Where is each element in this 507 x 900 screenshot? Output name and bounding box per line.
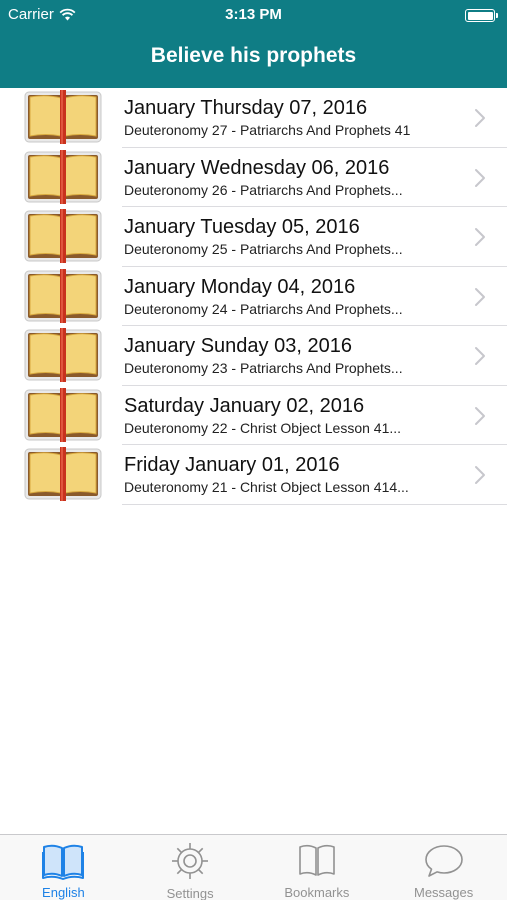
chevron-right-icon bbox=[475, 406, 485, 425]
tab-bookmarks[interactable]: Bookmarks bbox=[254, 835, 381, 900]
open-book-icon bbox=[24, 387, 102, 442]
reading-date: January Sunday 03, 2016 bbox=[124, 335, 352, 357]
status-bar: Carrier 3:13 PM bbox=[0, 0, 507, 30]
reading-passages: Deuteronomy 22 - Christ Object Lesson 41… bbox=[124, 419, 402, 436]
reading-passages: Deuteronomy 21 - Christ Object Lesson 41… bbox=[124, 479, 409, 495]
reading-row[interactable]: January Tuesday 05, 2016 Deuteronomy 25 … bbox=[0, 207, 507, 267]
tab-messages[interactable]: Messages bbox=[380, 835, 507, 900]
reading-date: January Wednesday 06, 2016 bbox=[124, 156, 390, 179]
reading-date: Friday January 01, 2016 bbox=[124, 454, 340, 476]
chevron-right-icon bbox=[475, 347, 485, 365]
page-title: Believe his prophets bbox=[150, 44, 357, 67]
chevron-right-icon bbox=[475, 109, 485, 127]
readings-list: January Thursday 07, 2016 Deuteronomy 27… bbox=[0, 88, 507, 505]
tab-messages-label: Messages bbox=[414, 885, 474, 900]
open-book-icon bbox=[24, 268, 102, 323]
reading-passages: Deuteronomy 26 - Patriarchs And Prophets… bbox=[124, 181, 403, 198]
reading-passages: Deuteronomy 23 - Patriarchs And Prophets… bbox=[124, 360, 403, 376]
reading-passages: Deuteronomy 27 - Patriarchs And Prophets… bbox=[124, 122, 411, 138]
open-book-icon bbox=[24, 149, 102, 204]
battery-icon bbox=[465, 9, 498, 22]
tab-settings-label: Settings bbox=[166, 886, 214, 900]
book-icon bbox=[41, 841, 85, 880]
reading-passages: Deuteronomy 25 - Patriarchs And Prophets… bbox=[124, 241, 403, 257]
reading-date: January Tuesday 05, 2016 bbox=[124, 216, 360, 238]
reading-date: January Thursday 07, 2016 bbox=[124, 97, 368, 119]
reading-row[interactable]: January Wednesday 06, 2016 Deuteronomy 2… bbox=[0, 148, 507, 207]
reading-date: Saturday January 02, 2016 bbox=[124, 394, 365, 417]
row-separator bbox=[122, 503, 507, 505]
bookmarks-book-icon bbox=[295, 841, 339, 880]
tab-bookmarks-label: Bookmarks bbox=[284, 885, 350, 900]
chevron-right-icon bbox=[475, 228, 485, 246]
reading-date: January Monday 04, 2016 bbox=[124, 275, 356, 298]
reading-row[interactable]: Friday January 01, 2016 Deuteronomy 21 -… bbox=[0, 445, 507, 505]
tab-english[interactable]: English bbox=[0, 835, 127, 900]
tab-english-label: English bbox=[42, 885, 85, 900]
chevron-right-icon bbox=[475, 287, 485, 306]
status-time: 3:13 PM bbox=[225, 6, 282, 23]
reading-passages: Deuteronomy 24 - Patriarchs And Prophets… bbox=[124, 300, 403, 317]
open-book-icon bbox=[24, 90, 102, 144]
open-book-icon bbox=[24, 447, 102, 501]
gear-icon bbox=[168, 841, 212, 881]
reading-row[interactable]: January Sunday 03, 2016 Deuteronomy 23 -… bbox=[0, 326, 507, 386]
open-book-icon bbox=[24, 328, 102, 382]
speech-bubble-icon bbox=[422, 841, 466, 880]
reading-row[interactable]: January Thursday 07, 2016 Deuteronomy 27… bbox=[0, 88, 507, 148]
open-book-icon bbox=[24, 209, 102, 263]
reading-row[interactable]: January Monday 04, 2016 Deuteronomy 24 -… bbox=[0, 267, 507, 326]
tab-settings[interactable]: Settings bbox=[127, 835, 254, 900]
chevron-right-icon bbox=[475, 466, 485, 484]
tab-bar: English Settings Bookmarks Messages bbox=[0, 834, 507, 900]
navigation-header: Carrier 3:13 PM Believe his prophets bbox=[0, 0, 507, 88]
reading-row[interactable]: Saturday January 02, 2016 Deuteronomy 22… bbox=[0, 386, 507, 445]
chevron-right-icon bbox=[475, 168, 485, 187]
